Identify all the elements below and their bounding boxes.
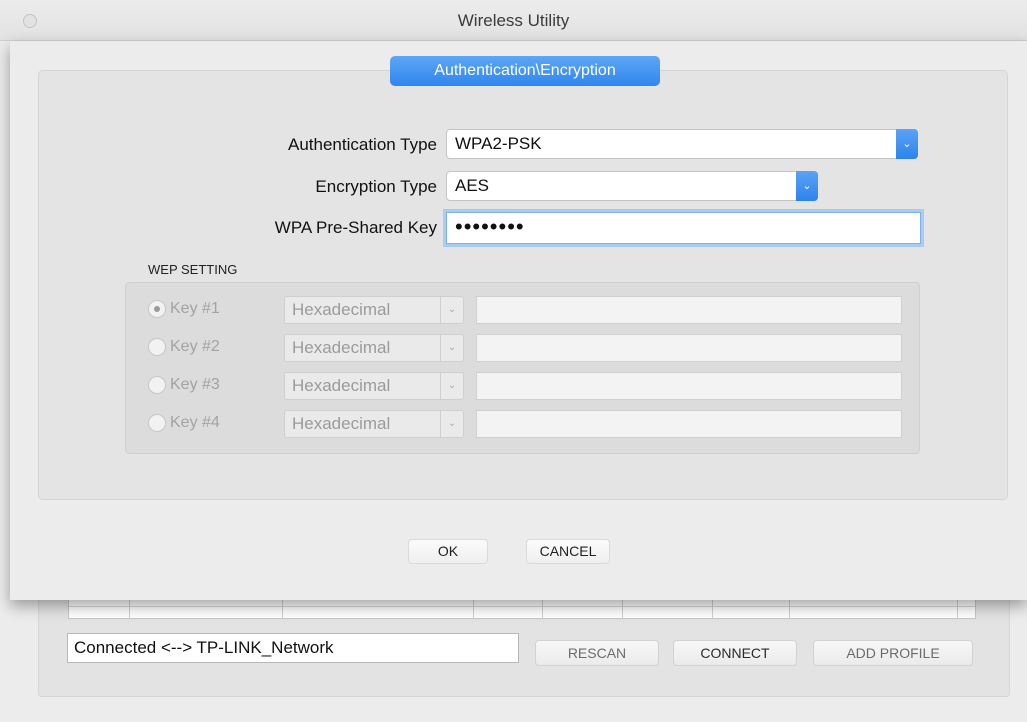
chevron-down-icon[interactable]: ⌄: [440, 411, 463, 437]
window-title: Wireless Utility: [457, 11, 570, 30]
key-4-label: Key #4: [170, 414, 220, 431]
wep-key-row-3: Key #3 Hexadecimal ⌄: [126, 369, 919, 403]
key-1-radio[interactable]: [148, 300, 166, 318]
key-3-label: Key #3: [170, 376, 220, 393]
title-bar: Wireless Utility: [0, 0, 1027, 41]
wep-key-row-1: Key #1 Hexadecimal ⌄: [126, 293, 919, 327]
close-window-icon[interactable]: [23, 14, 37, 28]
wep-key-row-2: Key #2 Hexadecimal ⌄: [126, 331, 919, 365]
key-3-format-value: Hexadecimal: [292, 376, 391, 395]
key-2-format-value: Hexadecimal: [292, 338, 391, 357]
auth-type-label: Authentication Type: [287, 135, 437, 154]
rescan-button[interactable]: RESCAN: [535, 640, 659, 666]
connect-button[interactable]: CONNECT: [673, 640, 797, 666]
wep-setting-title: WEP SETTING: [148, 262, 238, 277]
key-2-format-select[interactable]: Hexadecimal ⌄: [284, 334, 464, 362]
chevron-down-icon[interactable]: ⌄: [440, 297, 463, 323]
key-2-label: Key #2: [170, 338, 220, 355]
psk-label: WPA Pre-Shared Key: [274, 218, 437, 237]
key-4-radio[interactable]: [148, 414, 166, 432]
key-1-format-select[interactable]: Hexadecimal ⌄: [284, 296, 464, 324]
key-2-input[interactable]: [476, 334, 902, 362]
chevron-down-icon[interactable]: ⌄: [896, 129, 918, 159]
tab-authentication-encryption[interactable]: Authentication\Encryption: [390, 56, 660, 86]
chevron-down-icon[interactable]: ⌄: [796, 171, 818, 201]
radio-selected-dot: [154, 306, 160, 312]
cancel-button[interactable]: CANCEL: [526, 539, 610, 564]
wep-key-row-4: Key #4 Hexadecimal ⌄: [126, 407, 919, 441]
key-4-format-value: Hexadecimal: [292, 414, 391, 433]
chevron-down-icon[interactable]: ⌄: [440, 335, 463, 361]
key-2-radio[interactable]: [148, 338, 166, 356]
security-sheet: Authentication\Encryption Authentication…: [10, 41, 1027, 600]
key-1-label: Key #1: [170, 300, 220, 317]
key-1-input[interactable]: [476, 296, 902, 324]
add-profile-button[interactable]: ADD PROFILE: [813, 640, 973, 666]
auth-type-select[interactable]: WPA2-PSK ⌄: [446, 129, 918, 159]
wep-setting-group: Key #1 Hexadecimal ⌄ Key #2 Hexadecimal …: [125, 282, 920, 454]
encryption-type-label: Encryption Type: [315, 177, 437, 196]
key-4-input[interactable]: [476, 410, 902, 438]
key-3-format-select[interactable]: Hexadecimal ⌄: [284, 372, 464, 400]
encryption-type-value: AES: [455, 176, 490, 195]
key-3-input[interactable]: [476, 372, 902, 400]
key-1-format-value: Hexadecimal: [292, 300, 391, 319]
key-3-radio[interactable]: [148, 376, 166, 394]
connection-status-field: Connected <--> TP-LINK_Network: [67, 633, 519, 663]
encryption-type-select[interactable]: AES ⌄: [446, 171, 818, 201]
key-4-format-select[interactable]: Hexadecimal ⌄: [284, 410, 464, 438]
psk-input[interactable]: ••••••••: [446, 212, 921, 244]
chevron-down-icon[interactable]: ⌄: [440, 373, 463, 399]
auth-type-value: WPA2-PSK: [455, 134, 542, 153]
ok-button[interactable]: OK: [408, 539, 488, 564]
